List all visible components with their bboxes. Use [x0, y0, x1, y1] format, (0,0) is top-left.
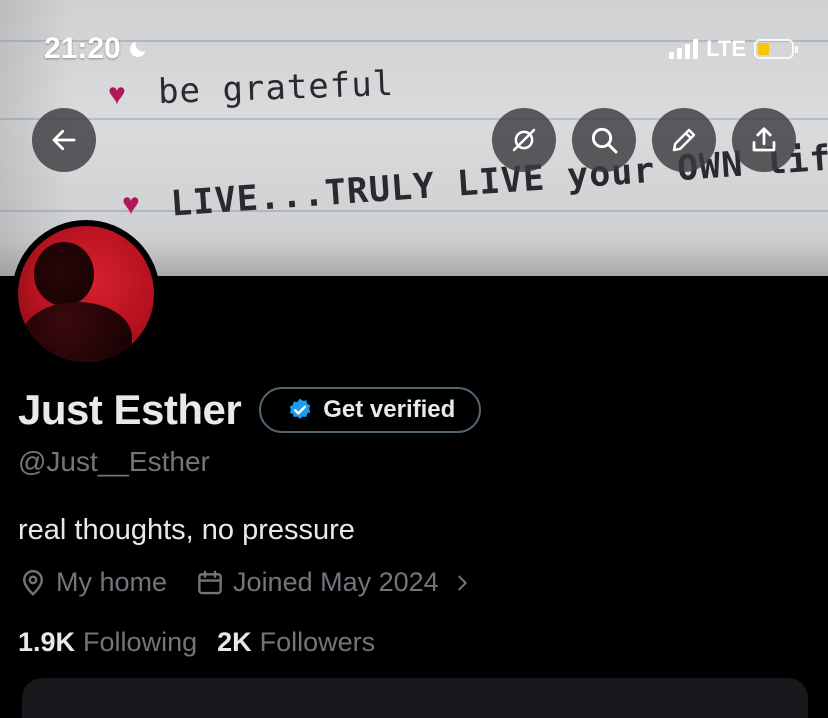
joined-date[interactable]: Joined May 2024	[195, 567, 473, 598]
following-count: 1.9K	[18, 627, 76, 657]
battery-icon	[754, 39, 798, 59]
status-time: 21:20	[44, 32, 149, 66]
share-button[interactable]	[732, 108, 796, 172]
location: My home	[18, 567, 167, 598]
username-handle: @Just__Esther	[18, 446, 210, 477]
signal-icon	[669, 39, 699, 59]
name-row: Just Esther Get verified	[18, 386, 482, 434]
get-verified-button[interactable]: Get verified	[259, 387, 482, 433]
eye-slash-icon	[512, 128, 536, 152]
calendar-icon	[198, 570, 222, 594]
battery-level	[758, 43, 769, 55]
followers-label: Followers	[259, 627, 376, 657]
chevron-right-icon	[457, 575, 467, 590]
following-label: Following	[83, 627, 198, 657]
share-icon	[752, 127, 776, 152]
next-section-card	[22, 678, 808, 718]
followers-link[interactable]: 2K Followers	[217, 627, 375, 658]
profile-bio: real thoughts, no pressure	[18, 514, 355, 546]
search-icon	[591, 127, 618, 154]
joined-text: Joined May 2024	[233, 567, 439, 597]
moon-icon	[129, 41, 146, 57]
edit-button[interactable]	[652, 108, 716, 172]
avatar[interactable]	[12, 220, 160, 368]
verified-badge-icon	[289, 398, 311, 419]
arrow-left-icon	[52, 129, 76, 151]
display-name: Just Esther	[18, 386, 242, 433]
network-label: LTE	[706, 36, 746, 61]
heart-icon: ♥	[122, 188, 140, 221]
heart-icon: ♥	[108, 78, 126, 111]
followers-count: 2K	[217, 627, 252, 657]
profile-meta: My home Joined May 2024	[18, 567, 473, 598]
following-link[interactable]: 1.9K Following	[18, 627, 197, 658]
mute-button[interactable]	[492, 108, 556, 172]
avatar-image	[18, 226, 154, 362]
search-button[interactable]	[572, 108, 636, 172]
pencil-icon	[672, 128, 696, 152]
location-text: My home	[56, 567, 168, 597]
location-pin-icon	[23, 569, 43, 596]
follow-stats: 1.9K Following 2K Followers	[18, 627, 375, 658]
get-verified-label: Get verified	[323, 396, 456, 423]
back-button[interactable]	[32, 108, 96, 172]
status-indicators: LTE	[669, 36, 798, 62]
status-time-text: 21:20	[44, 32, 121, 65]
banner-text-line1: be grateful	[157, 63, 395, 113]
